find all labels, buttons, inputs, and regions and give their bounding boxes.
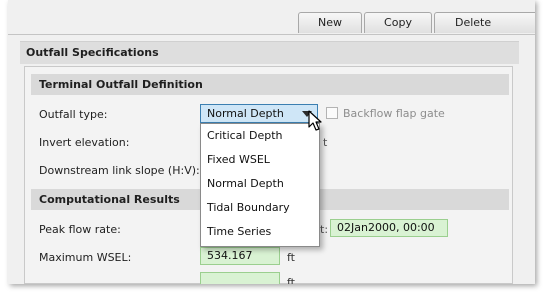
- outfall-type-select[interactable]: Normal Depth: [200, 104, 318, 123]
- backflow-flap-gate-label: Backflow flap gate: [343, 107, 445, 120]
- maximum-wsel-label: Maximum WSEL:: [39, 251, 132, 264]
- dropdown-option-tidal-boundary[interactable]: Tidal Boundary: [201, 196, 319, 220]
- peak-time-field[interactable]: 02Jan2000, 00:00: [330, 219, 448, 237]
- new-button-label: New: [318, 16, 342, 29]
- maximum-wsel-unit: ft: [287, 251, 295, 264]
- outfall-specifications-title: Outfall Specifications: [20, 41, 519, 64]
- dropdown-option-critical-depth[interactable]: Critical Depth: [201, 124, 319, 148]
- dropdown-option-normal-depth[interactable]: Normal Depth: [201, 172, 319, 196]
- dropdown-option-fixed-wsel[interactable]: Fixed WSEL: [201, 148, 319, 172]
- outfall-type-value: Normal Depth: [207, 107, 284, 120]
- invert-elevation-fragment: t: [323, 136, 328, 149]
- peak-flow-rate-label: Peak flow rate:: [39, 223, 121, 236]
- outfall-type-label: Outfall type:: [39, 108, 108, 121]
- delete-button-label: Delete: [455, 16, 492, 29]
- copy-button-label: Copy: [384, 16, 412, 29]
- mouse-cursor-icon: [308, 110, 322, 131]
- next-result-unit: ft: [287, 276, 295, 284]
- dropdown-option-time-series[interactable]: Time Series: [201, 220, 319, 244]
- invert-elevation-label: Invert elevation:: [39, 136, 130, 149]
- next-result-field[interactable]: [200, 272, 280, 284]
- maximum-wsel-field[interactable]: 534.167: [200, 247, 280, 265]
- toolbar-divider: [8, 34, 535, 35]
- peak-time-label-suffix: t:: [320, 223, 329, 236]
- copy-button[interactable]: Copy: [364, 12, 432, 33]
- backflow-flap-gate-checkbox[interactable]: [326, 107, 338, 119]
- downstream-link-slope-label: Downstream link slope (H:V):: [39, 164, 200, 177]
- terminal-outfall-header: Terminal Outfall Definition: [31, 74, 509, 95]
- outfall-editor: New Copy Delete Outfall Specifications T…: [8, 0, 535, 284]
- new-button[interactable]: New: [298, 12, 362, 33]
- outfall-type-dropdown: Critical Depth Fixed WSEL Normal Depth T…: [200, 123, 320, 247]
- delete-button[interactable]: Delete: [434, 12, 535, 33]
